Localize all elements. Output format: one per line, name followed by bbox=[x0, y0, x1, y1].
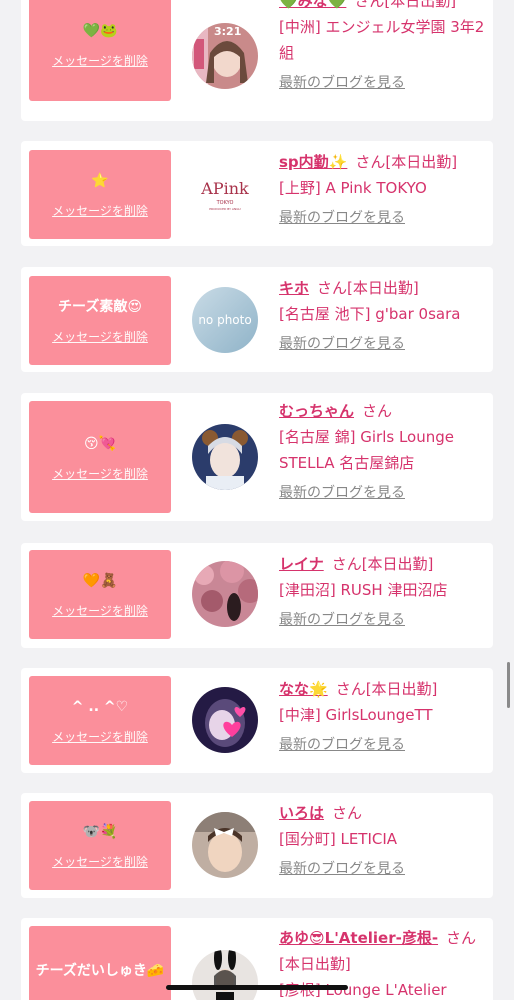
cast-status: さん[本日出勤] bbox=[355, 153, 458, 171]
cast-name-link[interactable]: むっちゃん bbox=[279, 402, 354, 420]
message-bubble: ^ .. ^♡ メッセージを削除 bbox=[29, 676, 171, 765]
cast-name-link[interactable]: いろは bbox=[279, 804, 324, 822]
shop-name: [名古屋 池下] g'bar 0sara bbox=[279, 305, 461, 323]
cast-name-link[interactable]: なな🌟 bbox=[279, 680, 328, 698]
message-card: 😚💘 メッセージを削除 むっちゃん さん [名古屋 錦] Girls Lounge… bbox=[21, 393, 493, 521]
latest-blog-link[interactable]: 最新のブログを見る bbox=[279, 205, 487, 231]
cast-name-link[interactable]: レイナ bbox=[279, 555, 324, 573]
photo-bunny-girl-image bbox=[192, 950, 258, 1000]
cast-info: レイナ さん[本日出勤] [津田沼] RUSH 津田沼店 最新のブログを見る bbox=[279, 551, 487, 633]
message-bubble: チーズ素敵😍 メッセージを削除 bbox=[29, 276, 171, 365]
shop-name: [中津] GirlsLoungeTT bbox=[279, 706, 433, 724]
delete-message-link[interactable]: メッセージを削除 bbox=[52, 328, 148, 345]
cast-name-link[interactable]: キホ bbox=[279, 279, 309, 297]
cast-status: さん[本日出勤] bbox=[354, 0, 457, 10]
cast-info: 💚みな💚 さん[本日出勤] [中洲] エンジェル女学園 3年2組 最新のブログを見… bbox=[279, 0, 487, 96]
name-line: レイナ さん[本日出勤] bbox=[279, 551, 487, 577]
avatar[interactable]: no photo bbox=[192, 287, 258, 353]
apink-logo-image: APink TOKYO PRODUCED BY ANGU bbox=[192, 161, 258, 227]
svg-text:PRODUCED BY ANGU: PRODUCED BY ANGU bbox=[209, 207, 241, 211]
cast-info: キホ さん[本日出勤] [名古屋 池下] g'bar 0sara 最新のブログを見… bbox=[279, 275, 487, 357]
shop-name: [名古屋 錦] Girls Lounge STELLA 名古屋錦店 bbox=[279, 428, 454, 472]
photo-girl-bow-image bbox=[192, 812, 258, 878]
message-card: ⭐ メッセージを削除 APink TOKYO PRODUCED BY ANGU … bbox=[21, 141, 493, 246]
home-indicator[interactable] bbox=[166, 985, 348, 990]
message-text: 🧡🧸 bbox=[82, 573, 118, 589]
cast-status: さん[本日出勤] bbox=[317, 279, 419, 297]
shop-name: [津田沼] RUSH 津田沼店 bbox=[279, 581, 448, 599]
cast-status: さん bbox=[332, 804, 363, 822]
svg-text:APink: APink bbox=[200, 179, 249, 198]
shop-name: [中洲] エンジェル女学園 3年2組 bbox=[279, 18, 485, 62]
message-card: 🐨💐 メッセージを削除 いろは さん [国分町] LETICIA 最新のブログを見… bbox=[21, 793, 493, 898]
message-text: ^ .. ^♡ bbox=[71, 699, 129, 715]
cast-status: さん[本日出勤] bbox=[335, 680, 438, 698]
photo-girl-hearts-image bbox=[192, 687, 258, 753]
message-bubble: 💚🐸 メッセージを削除 bbox=[29, 0, 171, 101]
message-card: チーズ素敵😍 メッセージを削除 no photo キホ さん[本日出勤] [名古屋… bbox=[21, 267, 493, 372]
latest-blog-link[interactable]: 最新のブログを見る bbox=[279, 480, 487, 506]
message-bubble: 😚💘 メッセージを削除 bbox=[29, 401, 171, 513]
delete-message-link[interactable]: メッセージを削除 bbox=[52, 602, 148, 619]
message-text: チーズだいしゅき🧀 bbox=[35, 963, 165, 979]
avatar[interactable] bbox=[192, 950, 258, 1000]
cast-info: なな🌟 さん[本日出勤] [中津] GirlsLoungeTT 最新のブログを見る bbox=[279, 676, 487, 758]
cast-info: むっちゃん さん [名古屋 錦] Girls Lounge STELLA 名古屋錦… bbox=[279, 398, 487, 506]
cast-name-link[interactable]: 💚みな💚 bbox=[279, 0, 346, 10]
message-text: 💚🐸 bbox=[82, 23, 118, 39]
avatar[interactable] bbox=[192, 687, 258, 753]
message-bubble: ⭐ メッセージを削除 bbox=[29, 150, 171, 239]
cast-info: sp内勤✨ さん[本日出勤] [上野] A Pink TOKYO 最新のブログを見… bbox=[279, 149, 487, 231]
delete-message-link[interactable]: メッセージを削除 bbox=[52, 728, 148, 745]
message-text: ⭐ bbox=[91, 173, 109, 189]
name-line: sp内勤✨ さん[本日出勤] bbox=[279, 149, 487, 175]
delete-message-link[interactable]: メッセージを削除 bbox=[52, 465, 148, 482]
svg-text:no photo: no photo bbox=[198, 313, 251, 327]
latest-blog-link[interactable]: 最新のブログを見る bbox=[279, 732, 487, 758]
svg-text:TOKYO: TOKYO bbox=[216, 200, 234, 206]
cast-name-link[interactable]: sp内勤✨ bbox=[279, 153, 347, 171]
delete-message-link[interactable]: メッセージを削除 bbox=[52, 202, 148, 219]
shop-name: [国分町] LETICIA bbox=[279, 830, 398, 848]
avatar[interactable] bbox=[192, 424, 258, 490]
message-text: 😚💘 bbox=[83, 435, 117, 452]
name-line: あゆ😎L'Atelier-彦根- さん[本日出勤] bbox=[279, 925, 487, 977]
message-card: 🧡🧸 メッセージを削除 レイナ さん[本日出勤] [津田沼] RUSH 津田沼店 … bbox=[21, 543, 493, 648]
message-text: チーズ素敵😍 bbox=[58, 299, 142, 315]
name-line: キホ さん[本日出勤] bbox=[279, 275, 487, 301]
latest-blog-link[interactable]: 最新のブログを見る bbox=[279, 856, 487, 882]
photo-cherry-blossom-image bbox=[192, 561, 258, 627]
photo-girl-bear-ears-image bbox=[192, 424, 258, 490]
cast-status: さん[本日出勤] bbox=[331, 555, 434, 573]
avatar[interactable]: APink TOKYO PRODUCED BY ANGU bbox=[192, 161, 258, 227]
latest-blog-link[interactable]: 最新のブログを見る bbox=[279, 70, 487, 96]
scrollbar[interactable] bbox=[507, 662, 510, 708]
message-card: 💚🐸 メッセージを削除 3:21 💚みな💚 さん[本日出勤] [中洲] エンジェル… bbox=[21, 0, 493, 121]
avatar[interactable] bbox=[192, 812, 258, 878]
avatar-overlay-time: 3:21 bbox=[214, 25, 242, 38]
delete-message-link[interactable]: メッセージを削除 bbox=[52, 52, 148, 69]
name-line: 💚みな💚 さん[本日出勤] bbox=[279, 0, 487, 14]
message-bubble: チーズだいしゅき🧀 bbox=[29, 926, 171, 1000]
cast-info: いろは さん [国分町] LETICIA 最新のブログを見る bbox=[279, 800, 487, 882]
message-bubble: 🧡🧸 メッセージを削除 bbox=[29, 550, 171, 639]
delete-message-link[interactable]: メッセージを削除 bbox=[52, 853, 148, 870]
cast-name-link[interactable]: あゆ😎L'Atelier-彦根- bbox=[279, 929, 438, 947]
name-line: いろは さん bbox=[279, 800, 487, 826]
name-line: なな🌟 さん[本日出勤] bbox=[279, 676, 487, 702]
message-bubble: 🐨💐 メッセージを削除 bbox=[29, 801, 171, 890]
message-card: ^ .. ^♡ メッセージを削除 なな🌟 さん[本日出勤] [中津] GirlsL… bbox=[21, 668, 493, 773]
name-line: むっちゃん さん bbox=[279, 398, 487, 424]
avatar[interactable] bbox=[192, 561, 258, 627]
latest-blog-link[interactable]: 最新のブログを見る bbox=[279, 607, 487, 633]
avatar[interactable]: 3:21 bbox=[192, 23, 258, 89]
message-text: 🐨💐 bbox=[82, 824, 118, 840]
shop-name: [上野] A Pink TOKYO bbox=[279, 179, 427, 197]
no-photo-image: no photo bbox=[192, 287, 258, 353]
cast-status: さん bbox=[362, 402, 393, 420]
latest-blog-link[interactable]: 最新のブログを見る bbox=[279, 331, 487, 357]
